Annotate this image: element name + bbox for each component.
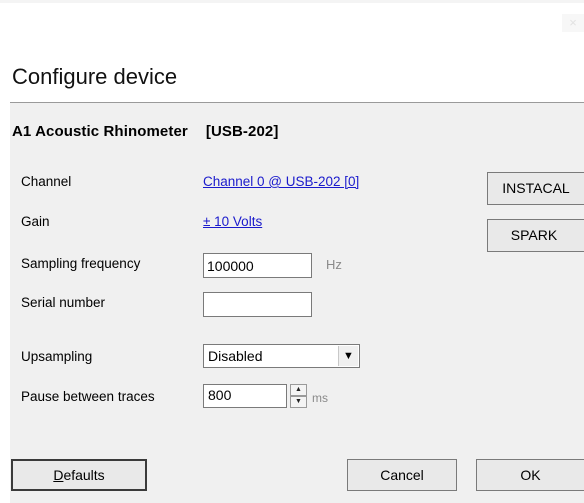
- window-top-edge: [0, 0, 584, 3]
- arrow-up-icon[interactable]: ▲: [290, 384, 307, 396]
- cancel-button[interactable]: Cancel: [347, 459, 457, 491]
- sampling-frequency-input[interactable]: [203, 253, 312, 278]
- instacal-button[interactable]: INSTACAL: [487, 172, 584, 205]
- defaults-mnemonic: D: [53, 467, 64, 483]
- dialog-title: Configure device: [12, 64, 178, 89]
- sampling-frequency-unit: Hz: [326, 257, 342, 272]
- gain-link[interactable]: ± 10 Volts: [203, 214, 262, 229]
- defaults-button[interactable]: Defaults: [11, 459, 147, 491]
- channel-label: Channel: [21, 174, 72, 189]
- serial-number-input[interactable]: [203, 292, 312, 317]
- defaults-label: efaults: [63, 467, 105, 483]
- upsampling-value: Disabled: [208, 348, 263, 364]
- channel-link[interactable]: Channel 0 @ USB-202 [0]: [203, 174, 359, 189]
- arrow-down-icon[interactable]: ▼: [290, 396, 307, 408]
- pause-unit: ms: [312, 391, 328, 405]
- chevron-down-icon[interactable]: ▼: [338, 346, 358, 366]
- sampling-frequency-label: Sampling frequency: [21, 256, 141, 271]
- serial-number-label: Serial number: [21, 295, 106, 310]
- ok-button[interactable]: OK: [476, 459, 584, 491]
- pause-between-traces-label: Pause between traces: [21, 389, 155, 404]
- device-name: A1 Acoustic Rhinometer: [12, 123, 188, 140]
- close-icon[interactable]: ×: [562, 14, 584, 32]
- pause-stepper: ▲ ▼: [290, 384, 307, 408]
- config-panel: A1 Acoustic Rhinometer [USB-202] Channel …: [10, 103, 584, 503]
- gain-label: Gain: [21, 214, 50, 229]
- spark-button[interactable]: SPARK: [487, 219, 584, 252]
- pause-between-traces-input[interactable]: 800: [203, 384, 287, 408]
- device-heading: A1 Acoustic Rhinometer [USB-202]: [12, 123, 278, 140]
- upsampling-label: Upsampling: [21, 349, 93, 364]
- device-id: [USB-202]: [205, 123, 279, 140]
- upsampling-select[interactable]: Disabled ▼: [203, 344, 360, 368]
